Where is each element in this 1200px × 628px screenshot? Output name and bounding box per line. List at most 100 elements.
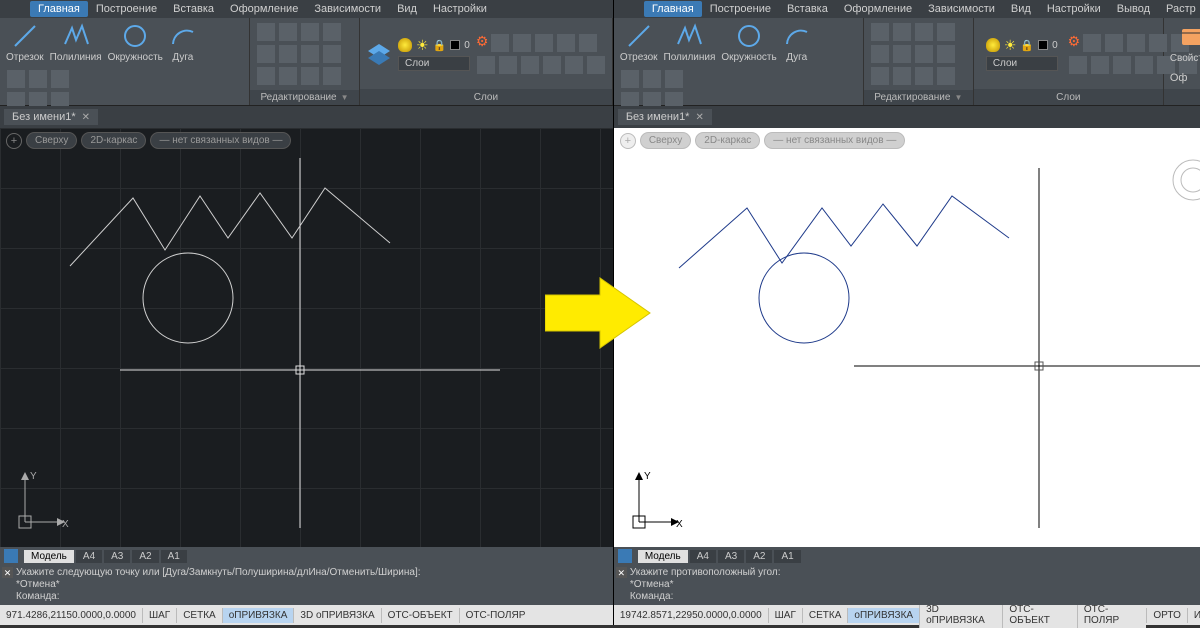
- mini-tool-icon[interactable]: [323, 23, 341, 41]
- status-toggle[interactable]: оПРИВЯЗКА: [222, 608, 294, 623]
- mini-tool-icon[interactable]: [1083, 34, 1101, 52]
- mini-tool-icon[interactable]: [513, 34, 531, 52]
- tool-polyline[interactable]: Полилиния: [664, 22, 716, 63]
- tool-line[interactable]: Отрезок: [620, 22, 658, 63]
- status-toggle[interactable]: СЕТКА: [802, 608, 848, 623]
- drawing-area-dark[interactable]: + Сверху 2D-каркас — нет связанных видов…: [0, 128, 613, 547]
- bottom-tab[interactable]: A1: [161, 550, 187, 563]
- lightbulb-icon[interactable]: [986, 38, 1000, 52]
- menu-item[interactable]: Главная: [644, 1, 702, 17]
- mini-tool-icon[interactable]: [1127, 34, 1145, 52]
- tool-circle[interactable]: Окружность: [108, 22, 163, 63]
- status-toggle[interactable]: СЕТКА: [176, 608, 222, 623]
- menu-item[interactable]: Вставка: [165, 1, 222, 17]
- status-toggle[interactable]: ШАГ: [142, 608, 176, 623]
- mini-tool-icon[interactable]: [491, 34, 509, 52]
- mini-tool-icon[interactable]: [257, 23, 275, 41]
- bottom-tab[interactable]: Модель: [638, 550, 688, 563]
- lock-icon[interactable]: 🔒: [1020, 39, 1034, 52]
- menu-item[interactable]: Главная: [30, 1, 88, 17]
- tool-circle[interactable]: Окружность: [721, 22, 776, 63]
- mini-tool-icon[interactable]: [1135, 56, 1153, 74]
- mini-tool-icon[interactable]: [1105, 34, 1123, 52]
- close-icon[interactable]: ✕: [2, 567, 13, 578]
- menubar[interactable]: Главная Построение Вставка Оформление За…: [0, 0, 613, 18]
- menu-item[interactable]: Вид: [389, 1, 425, 17]
- bottom-tab[interactable]: Модель: [24, 550, 74, 563]
- mini-tool-icon[interactable]: [579, 34, 597, 52]
- mini-tool-icon[interactable]: [29, 70, 47, 88]
- bottom-tab[interactable]: A3: [718, 550, 744, 563]
- tool-arc[interactable]: Дуга: [169, 22, 197, 63]
- mini-tool-icon[interactable]: [279, 67, 297, 85]
- status-toggle[interactable]: ОТС-ПОЛЯР: [1077, 602, 1147, 628]
- lock-icon[interactable]: 🔒: [433, 39, 447, 52]
- mini-tool-icon[interactable]: [893, 45, 911, 63]
- mini-tool-icon[interactable]: [323, 45, 341, 63]
- layers-dropdown[interactable]: Слои: [986, 56, 1058, 71]
- mini-tool-icon[interactable]: [893, 67, 911, 85]
- status-toggle[interactable]: ИЗО: [1187, 608, 1200, 623]
- chevron-down-icon[interactable]: ▼: [954, 93, 962, 102]
- menubar[interactable]: Главная Построение Вставка Оформление За…: [614, 0, 1200, 18]
- layers-icon[interactable]: [366, 41, 392, 67]
- bottom-tab[interactable]: A2: [132, 550, 158, 563]
- mini-tool-icon[interactable]: [499, 56, 517, 74]
- menu-item[interactable]: Зависимости: [306, 1, 389, 17]
- bottom-tab[interactable]: A3: [104, 550, 130, 563]
- status-toggle[interactable]: ОТС-ОБЪЕКТ: [381, 608, 459, 623]
- menu-item[interactable]: Зависимости: [920, 1, 1003, 17]
- command-line[interactable]: ✕ Укажите следующую точку или [Дуга/Замк…: [0, 565, 613, 605]
- menu-item[interactable]: Настройки: [1039, 1, 1109, 17]
- status-toggle[interactable]: оПРИВЯЗКА: [847, 608, 919, 623]
- tool-arc[interactable]: Дуга: [783, 22, 811, 63]
- status-toggle[interactable]: ОТС-ПОЛЯР: [459, 608, 532, 623]
- menu-item[interactable]: Построение: [702, 1, 779, 17]
- mini-tool-icon[interactable]: [543, 56, 561, 74]
- menu-item[interactable]: Вывод: [1109, 1, 1158, 17]
- close-icon[interactable]: ✕: [695, 112, 703, 123]
- mini-tool-icon[interactable]: [257, 45, 275, 63]
- mini-tool-icon[interactable]: [477, 56, 495, 74]
- menu-item[interactable]: Вставка: [779, 1, 836, 17]
- mini-tool-icon[interactable]: [893, 23, 911, 41]
- nav-compass-icon[interactable]: [1171, 158, 1200, 218]
- status-toggle[interactable]: ОРТО: [1146, 608, 1186, 623]
- mini-tool-icon[interactable]: [279, 23, 297, 41]
- bottom-tab[interactable]: A2: [746, 550, 772, 563]
- document-tab[interactable]: Без имени1*✕: [4, 109, 98, 125]
- mini-tool-icon[interactable]: [665, 70, 683, 88]
- mini-tool-icon[interactable]: [871, 67, 889, 85]
- menu-item[interactable]: Построение: [88, 1, 165, 17]
- mini-tool-icon[interactable]: [279, 45, 297, 63]
- bottom-tab[interactable]: A4: [690, 550, 716, 563]
- gear-icon[interactable]: ⚙: [476, 33, 489, 53]
- mini-tool-icon[interactable]: [871, 23, 889, 41]
- command-line[interactable]: ✕ Укажите противоположный угол: *Отмена*…: [614, 565, 1200, 605]
- mini-tool-icon[interactable]: [323, 67, 341, 85]
- status-toggle[interactable]: ШАГ: [768, 608, 802, 623]
- mini-tool-icon[interactable]: [915, 45, 933, 63]
- mini-tool-icon[interactable]: [257, 67, 275, 85]
- grip-icon[interactable]: [4, 549, 18, 563]
- menu-item[interactable]: Оформление: [222, 1, 306, 17]
- mini-tool-icon[interactable]: [301, 67, 319, 85]
- mini-tool-icon[interactable]: [937, 45, 955, 63]
- bottom-tab[interactable]: A4: [76, 550, 102, 563]
- mini-tool-icon[interactable]: [301, 23, 319, 41]
- bottom-tab[interactable]: A1: [774, 550, 800, 563]
- mini-tool-icon[interactable]: [871, 45, 889, 63]
- menu-item[interactable]: Растр: [1158, 1, 1200, 17]
- mini-tool-icon[interactable]: [1113, 56, 1131, 74]
- mini-tool-icon[interactable]: [1069, 56, 1087, 74]
- tool-properties[interactable]: Свойства: [1170, 23, 1200, 64]
- drawing-area-light[interactable]: + Сверху 2D-каркас — нет связанных видов…: [614, 128, 1200, 547]
- mini-tool-icon[interactable]: [535, 34, 553, 52]
- mini-tool-icon[interactable]: [521, 56, 539, 74]
- mini-tool-icon[interactable]: [7, 70, 25, 88]
- color-swatch[interactable]: [1038, 40, 1048, 50]
- status-toggle[interactable]: 3D оПРИВЯЗКА: [919, 602, 1002, 628]
- sun-icon[interactable]: ☀: [1004, 37, 1017, 54]
- layers-dropdown[interactable]: Слои: [398, 56, 470, 71]
- mini-tool-icon[interactable]: [557, 34, 575, 52]
